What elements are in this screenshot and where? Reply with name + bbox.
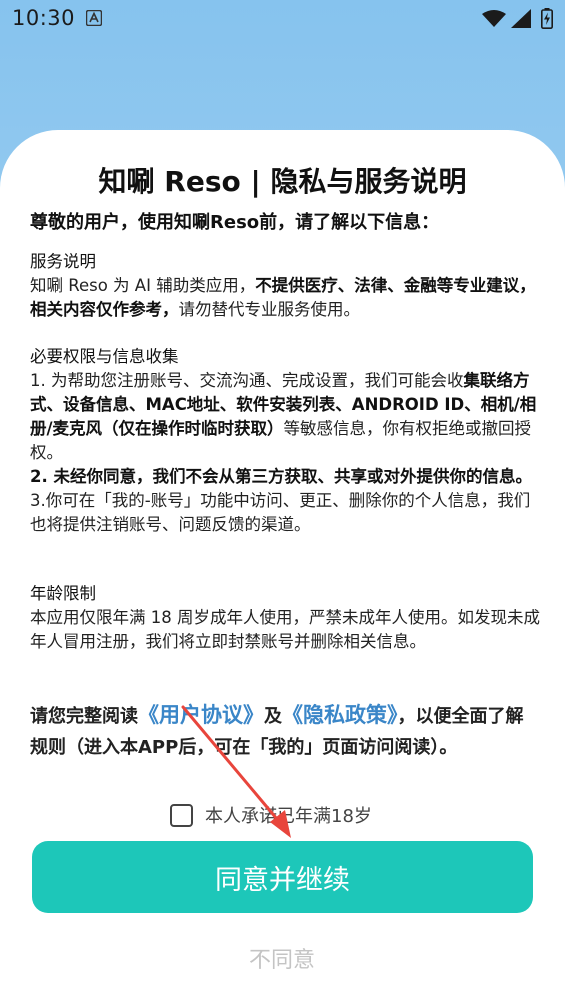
status-time: 10:30 <box>12 6 76 30</box>
status-bar: 10:30 <box>0 0 565 40</box>
age-section: 年龄限制 本应用仅限年满 18 周岁成年人使用，严禁未成年人使用。如发现未成年人… <box>30 582 540 654</box>
a-notification-icon <box>86 10 102 26</box>
wifi-icon <box>482 10 506 27</box>
permissions-section: 必要权限与信息收集 1. 为帮助您注册账号、交流沟通、完成设置，我们可能会收集联… <box>30 345 540 537</box>
service-section: 服务说明 知唰 Reso 为 AI 辅助类应用，不提供医疗、法律、金融等专业建议… <box>30 250 540 322</box>
privacy-policy-link[interactable]: 《隐私政策》 <box>282 703 398 727</box>
age-section-title: 年龄限制 <box>30 584 96 603</box>
user-agreement-link[interactable]: 《用户协议》 <box>138 703 264 727</box>
service-text-1: 知唰 Reso 为 AI 辅助类应用， <box>30 276 256 295</box>
permissions-item-1-a: 1. 为帮助您注册账号、交流沟通、完成设置，我们可能会收 <box>30 371 464 390</box>
service-section-text: 知唰 Reso 为 AI 辅助类应用，不提供医疗、法律、金融等专业建议，相关内容… <box>30 274 540 322</box>
dialog-greeting: 尊敬的用户，使用知唰Reso前，请了解以下信息： <box>30 212 440 233</box>
age-confirm-checkbox[interactable] <box>170 803 193 827</box>
age-section-text: 本应用仅限年满 18 周岁成年人使用，严禁未成年人使用。如发现未成年人冒用注册，… <box>30 606 540 654</box>
disagree-button[interactable]: 不同意 <box>182 938 382 978</box>
notice-and: 及 <box>264 706 282 727</box>
permissions-section-title: 必要权限与信息收集 <box>30 347 179 366</box>
age-confirm-row[interactable]: 本人承诺已年满18岁 <box>170 800 372 830</box>
permissions-item-2: 2. 未经你同意，我们不会从第三方获取、共享或对外提供你的信息。 <box>30 467 532 486</box>
permissions-item-1: 1. 为帮助您注册账号、交流沟通、完成设置，我们可能会收集联络方式、设备信息、M… <box>30 369 540 465</box>
permissions-item-3-a: 3.你可在「我的-账号」功能中访问、更正、删除你的个人信 <box>30 491 465 510</box>
age-text-a: 本应用仅限年满 18 周岁成年人使用，严禁未成年人使用。 <box>30 608 458 627</box>
service-section-title: 服务说明 <box>30 252 96 271</box>
notice-prefix: 请您完整阅读 <box>30 706 138 727</box>
battery-icon <box>541 8 553 29</box>
service-text-3: 请勿替代专业服务使用。 <box>178 300 361 319</box>
signal-icon <box>511 9 531 28</box>
agree-continue-button[interactable]: 同意并继续 <box>32 841 533 913</box>
age-confirm-label[interactable]: 本人承诺已年满18岁 <box>205 802 372 828</box>
permissions-item-3: 3.你可在「我的-账号」功能中访问、更正、删除你的个人信息，我们也将提供注销账号… <box>30 489 540 537</box>
agreement-notice: 请您完整阅读《用户协议》及《隐私政策》，以便全面了解规则（进入本APP后，可在「… <box>30 700 540 763</box>
dialog-title: 知唰 Reso | 隐私与服务说明 <box>98 165 467 198</box>
